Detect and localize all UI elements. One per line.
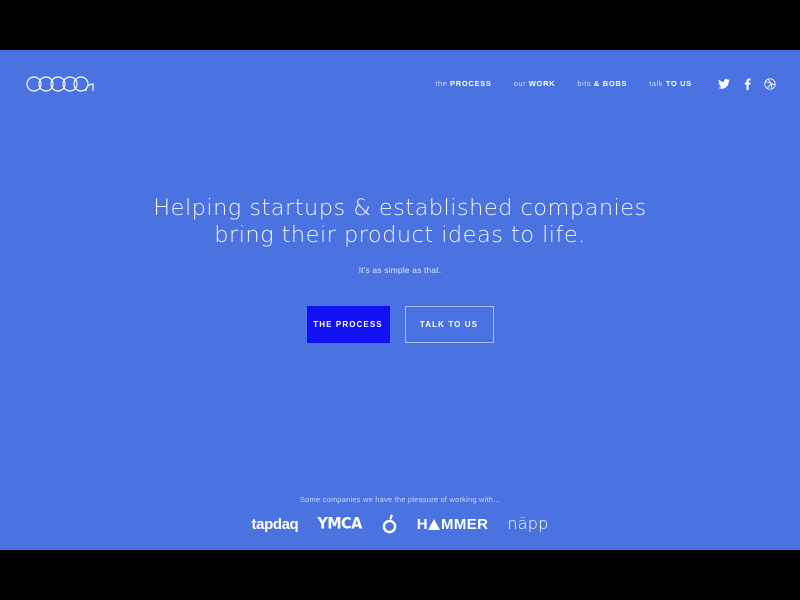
hero-headline-line-1: Helping startups & established companies — [153, 194, 647, 221]
hero-subtitle: It's as simple as that. — [358, 265, 442, 276]
client-logo-tapdaq: tapdaq — [251, 515, 299, 533]
hero-headline: Helping startups & established companies… — [153, 195, 646, 248]
hero-cta-group: THE PROCESS TALK TO US — [306, 306, 494, 344]
client-logo-hammer: H MMER — [417, 517, 489, 532]
o-mark-icon — [382, 514, 397, 534]
hammer-text-after: MMER — [440, 515, 489, 533]
page-stage: the PROCESS our WORK bits & BOBS talk TO… — [0, 50, 800, 550]
letterbox-top — [0, 0, 800, 50]
client-logo-ymca: YMCA — [317, 514, 362, 533]
triangle-a-icon — [428, 519, 441, 530]
talk-to-us-button[interactable]: TALK TO US — [404, 306, 494, 344]
hero-headline-line-2: bring their product ideas to life. — [214, 221, 586, 248]
hero-section: Helping startups & established companies… — [0, 50, 800, 550]
client-logo-napp: näpp — [507, 514, 549, 533]
clients-label: Some companies we have the pleasure of w… — [299, 495, 501, 504]
clients-section: Some companies we have the pleasure of w… — [0, 495, 800, 534]
hammer-text-before: H — [416, 515, 428, 533]
the-process-button[interactable]: THE PROCESS — [306, 306, 390, 344]
client-logo-o-mark — [381, 514, 398, 534]
client-logo-row: tapdaq YMCA H MMER näpp — [252, 514, 549, 534]
letterbox-bottom — [0, 550, 800, 600]
